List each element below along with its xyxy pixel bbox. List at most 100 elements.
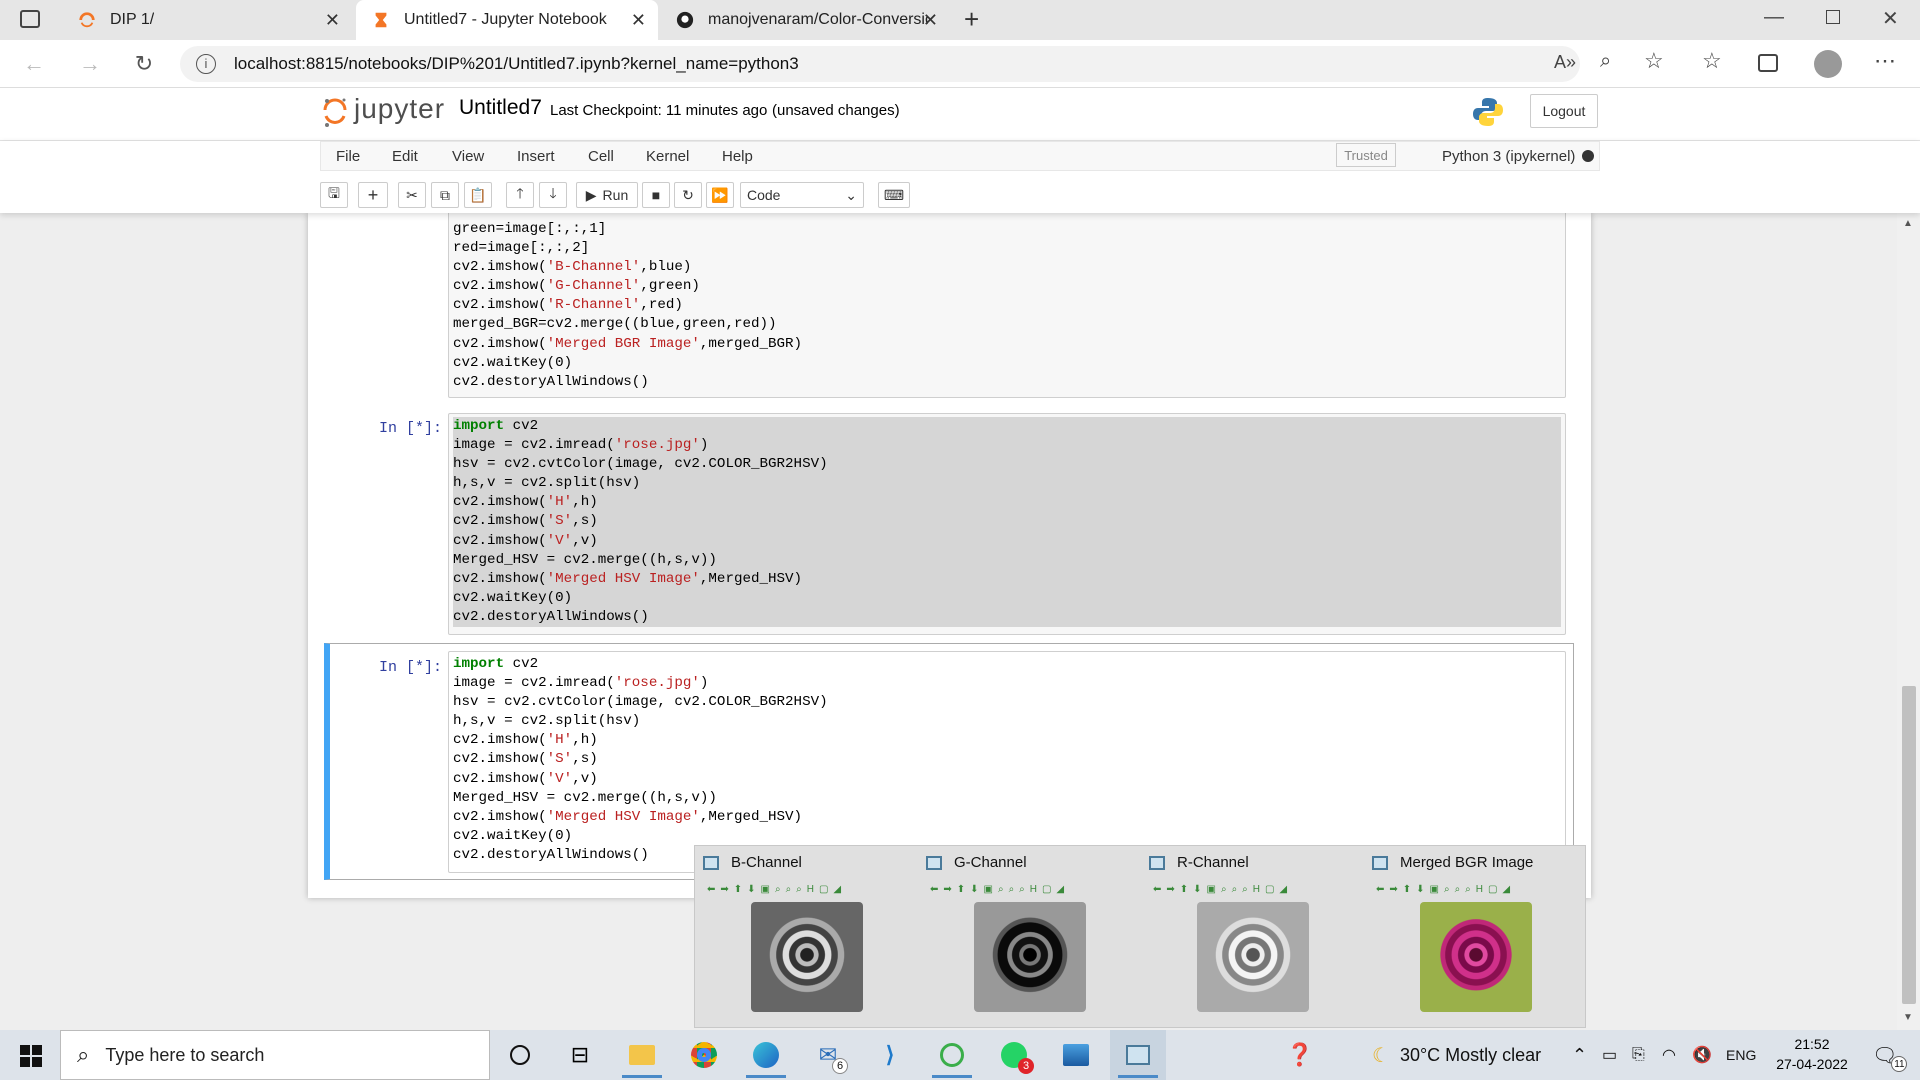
window-icon — [1372, 855, 1388, 870]
scroll-up-icon[interactable]: ▲ — [1903, 218, 1913, 229]
logout-button[interactable]: Logout — [1530, 94, 1598, 128]
profile-avatar[interactable] — [1814, 50, 1842, 78]
task-view-icon[interactable]: ⊟ — [552, 1030, 608, 1080]
whatsapp-icon[interactable]: 3 — [986, 1030, 1042, 1080]
code-cell-input[interactable]: import cv2 image = cv2.imread('rose.jpg')… — [448, 413, 1566, 635]
language-indicator[interactable]: ENG — [1726, 1030, 1756, 1080]
notebook-name[interactable]: Untitled7 — [459, 96, 542, 120]
info-icon[interactable]: i — [196, 54, 216, 74]
cortana-icon[interactable] — [492, 1030, 548, 1080]
insert-cell-button[interactable]: + — [358, 182, 388, 208]
tab-untitled7[interactable]: Untitled7 - Jupyter Notebook ✕ — [356, 0, 658, 40]
taskbar-search-box[interactable]: ⌕ Type here to search — [60, 1030, 490, 1080]
zoom-icon[interactable]: ⌕ — [1600, 50, 1611, 73]
notification-center-icon[interactable]: 🗨 11 — [1872, 1030, 1908, 1080]
thumbnail-r-channel[interactable]: R-Channel ⬅➡⬆⬇▣⌕⌕⌕H▢◢ — [1141, 846, 1359, 1029]
refresh-icon[interactable]: ↻ — [126, 46, 162, 82]
menu-help[interactable]: Help — [722, 148, 753, 165]
clock[interactable]: 21:52 27-04-2022 — [1770, 1034, 1854, 1074]
code-line: cv2.imshow('Merged HSV Image',Merged_HSV… — [453, 569, 1561, 589]
menu-insert[interactable]: Insert — [517, 148, 555, 165]
menu-cell[interactable]: Cell — [588, 148, 614, 165]
code-line: merged_BGR=cv2.merge((blue,green,red)) — [453, 316, 777, 333]
trusted-indicator[interactable]: Trusted — [1336, 143, 1396, 167]
new-tab-button[interactable]: + — [964, 4, 979, 35]
cut-button[interactable]: ✂ — [398, 182, 426, 208]
keyboard-shortcuts-button[interactable]: ⌨ — [878, 182, 910, 208]
minimize-button[interactable]: — — [1764, 6, 1784, 29]
tab-actions-icon[interactable] — [20, 10, 40, 28]
collections-icon[interactable] — [1758, 54, 1778, 72]
restart-run-all-button[interactable]: ⏩ — [706, 182, 734, 208]
favorite-add-icon[interactable]: ☆ — [1644, 48, 1664, 74]
jupyter-header — [0, 89, 1920, 141]
menu-view[interactable]: View — [452, 148, 484, 165]
windows-start-icon[interactable] — [20, 1045, 42, 1067]
read-aloud-icon[interactable]: A» — [1554, 52, 1576, 73]
restore-button[interactable] — [1826, 10, 1840, 24]
meet-now-icon[interactable]: ⎘ — [1632, 1030, 1645, 1080]
hourglass-icon — [375, 12, 387, 28]
save-button[interactable]: 🖫 — [320, 182, 348, 208]
paste-button[interactable]: 📋 — [464, 182, 492, 208]
vscode-icon[interactable]: ⟩ — [862, 1030, 918, 1080]
battery-icon[interactable]: ▭ — [1602, 1030, 1617, 1080]
menu-kernel[interactable]: Kernel — [646, 148, 689, 165]
url-text: localhost:8815/notebooks/DIP%201/Untitle… — [234, 54, 799, 73]
weather-text: 30°C Mostly clear — [1399, 1044, 1542, 1065]
tab-dip[interactable]: DIP 1/ ✕ — [62, 0, 352, 40]
jupyter-logo-text[interactable]: jupyter — [354, 93, 445, 125]
jupyter-logo-icon[interactable] — [322, 96, 348, 128]
code-line: cv2.waitKey(0) — [453, 354, 573, 371]
thumbnail-merged-bgr[interactable]: Merged BGR Image ⬅➡⬆⬇▣⌕⌕⌕H▢◢ — [1364, 846, 1582, 1029]
back-icon[interactable]: ← — [16, 46, 52, 82]
move-up-button[interactable]: 🡑 — [506, 182, 534, 208]
code-line: cv2.imshow('H',h) — [453, 493, 1561, 513]
tab-github[interactable]: manojvenaram/Color-Conversion ✕ — [660, 0, 950, 40]
menu-file[interactable]: File — [336, 148, 360, 165]
edge-icon[interactable] — [738, 1030, 794, 1080]
clock-date: 27-04-2022 — [1776, 1056, 1848, 1072]
restart-button[interactable]: ↻ — [674, 182, 702, 208]
r-channel-image — [1197, 902, 1309, 1012]
code-line: cv2.imshow('Merged BGR Image',merged_BGR… — [453, 335, 803, 352]
show-hidden-icons[interactable]: ⌃ — [1572, 1030, 1587, 1080]
code-line: h,s,v = cv2.split(hsv) — [453, 474, 1561, 494]
copy-button[interactable]: ⧉ — [431, 182, 459, 208]
kernel-indicator[interactable]: Python 3 (ipykernel) — [1442, 148, 1575, 165]
code-cell-input[interactable]: import cv2 image = cv2.imread('rose.jpg'… — [448, 651, 1566, 873]
help-icon[interactable]: ❓ — [1286, 1030, 1313, 1080]
forward-icon[interactable]: → — [72, 46, 108, 82]
run-button[interactable]: ▶ Run — [576, 182, 638, 208]
mail-icon[interactable]: ✉ 6 — [800, 1030, 856, 1080]
scrollbar-thumb[interactable] — [1902, 686, 1916, 1004]
favorites-icon[interactable]: ☆ — [1702, 48, 1722, 74]
opencv-window-icon[interactable] — [1110, 1030, 1166, 1080]
code-line: cv2.waitKey(0) — [453, 827, 573, 844]
code-cell-input[interactable]: green=image[:,:,1] red=image[:,:,2] cv2.… — [448, 205, 1566, 398]
cell-type-select[interactable]: Code ⌄ — [740, 182, 864, 208]
checkpoint-status: Last Checkpoint: 11 minutes ago — [550, 102, 768, 119]
move-down-button[interactable]: 🡓 — [539, 182, 567, 208]
close-tab-icon[interactable]: ✕ — [325, 10, 340, 31]
chrome-icon[interactable] — [676, 1030, 732, 1080]
interrupt-button[interactable]: ■ — [642, 182, 670, 208]
jupyter-taskbar-icon[interactable] — [924, 1030, 980, 1080]
thumbnail-title: R-Channel — [1177, 854, 1249, 871]
close-window-button[interactable]: ✕ — [1882, 6, 1899, 31]
volume-mute-icon[interactable]: 🔇 — [1692, 1030, 1712, 1080]
weather-widget[interactable]: ☾ 30°C Mostly clear — [1372, 1030, 1541, 1080]
wifi-icon[interactable]: ◠ — [1662, 1030, 1676, 1080]
address-input[interactable]: localhost:8815/notebooks/DIP%201/Untitle… — [180, 46, 1580, 82]
github-icon — [676, 11, 694, 29]
file-explorer-icon[interactable] — [614, 1030, 670, 1080]
thumbnail-b-channel[interactable]: B-Channel ⬅➡⬆⬇▣⌕⌕⌕H▢◢ — [695, 846, 913, 1029]
menu-edit[interactable]: Edit — [392, 148, 418, 165]
scroll-down-icon[interactable]: ▼ — [1903, 1012, 1913, 1023]
close-tab-icon[interactable]: ✕ — [923, 10, 938, 31]
more-icon[interactable]: ⋯ — [1874, 48, 1896, 74]
photos-icon[interactable] — [1048, 1030, 1104, 1080]
code-line: import cv2 — [453, 656, 539, 672]
close-tab-icon[interactable]: ✕ — [631, 10, 646, 31]
thumbnail-g-channel[interactable]: G-Channel ⬅➡⬆⬇▣⌕⌕⌕H▢◢ — [918, 846, 1136, 1029]
